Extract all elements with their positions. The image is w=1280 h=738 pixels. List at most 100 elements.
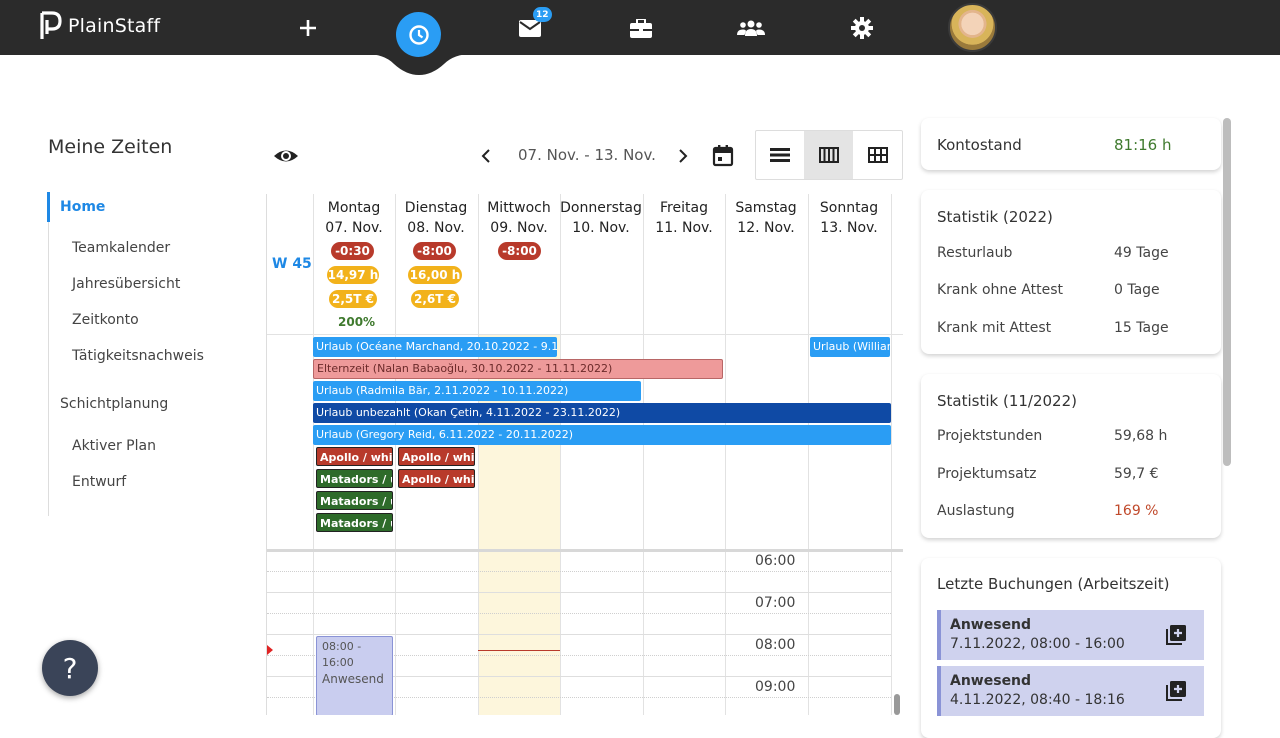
shift-chip[interactable]: Apollo / white: [398, 469, 475, 488]
add-icon[interactable]: [294, 14, 322, 42]
day-header-saturday[interactable]: Samstag 12. Nov.: [725, 198, 807, 238]
sidebar-nav: Home Teamkalender Jahresübersicht Zeitko…: [47, 192, 248, 516]
absence-bar[interactable]: Urlaub (Gregory Reid, 6.11.2022 - 20.11.…: [313, 425, 891, 445]
sidebar-title: Meine Zeiten: [48, 136, 173, 158]
week-view-button[interactable]: [804, 131, 854, 179]
help-button[interactable]: ?: [42, 640, 98, 696]
week-number: W 45: [272, 256, 312, 272]
statistik-year-card: Statistik (2022) Resturlaub 49 Tage Kran…: [921, 190, 1221, 354]
shift-chip[interactable]: Matadors / ur: [316, 469, 393, 488]
right-panel-scrollbar[interactable]: [1223, 118, 1231, 466]
mon-hours-badge: 14,97 h: [327, 266, 379, 284]
add-to-queue-icon[interactable]: [1166, 625, 1186, 645]
sidebar-item-zeitkonto[interactable]: Zeitkonto: [72, 312, 139, 328]
gear-icon[interactable]: [848, 14, 876, 42]
prev-week-button[interactable]: [473, 141, 499, 171]
tue-money-badge: 2,6T €: [411, 290, 459, 308]
sidebar-item-teamkalender[interactable]: Teamkalender: [72, 240, 170, 256]
shift-chip[interactable]: Apollo / white: [398, 447, 475, 466]
allday-separator: [267, 549, 903, 552]
stat-value: 15 Tage: [1114, 320, 1169, 336]
briefcase-icon[interactable]: [627, 14, 655, 42]
event-time: 08:00 - 16:00: [322, 640, 362, 669]
plainstaff-logo-icon: [40, 11, 62, 39]
absence-bar[interactable]: Urlaub (Radmila Bär, 2.11.2022 - 10.11.2…: [313, 381, 641, 401]
time-label: 08:00: [755, 637, 796, 653]
booking-time: 4.11.2022, 08:40 - 18:16: [950, 692, 1125, 708]
week-view-icon: [818, 147, 839, 163]
next-week-button[interactable]: [670, 141, 696, 171]
booking-item[interactable]: Anwesend 7.11.2022, 08:00 - 16:00: [937, 610, 1204, 660]
mail-badge: 12: [533, 7, 552, 22]
kontostand-card: Kontostand 81:16 h: [921, 118, 1221, 170]
eye-icon[interactable]: [273, 144, 299, 168]
app-name: PlainStaff: [68, 15, 161, 37]
statistik-month-card: Statistik (11/2022) Projektstunden 59,68…: [921, 374, 1221, 538]
calendar-event[interactable]: 08:00 - 16:00 Anwesend: [316, 636, 393, 715]
sidebar-item-aktiver-plan[interactable]: Aktiver Plan: [72, 438, 156, 454]
stat-key: Projektstunden: [937, 428, 1043, 444]
month-view-icon: [867, 147, 888, 163]
stat-value: 0 Tage: [1114, 282, 1160, 298]
time-label: 06:00: [755, 553, 796, 569]
week-calendar: W 45 Montag 07. Nov. Dienstag 08. Nov. Mit…: [266, 194, 903, 715]
sidebar-item-entwurf[interactable]: Entwurf: [72, 474, 126, 490]
bookings-title: Letzte Buchungen (Arbeitszeit): [937, 575, 1170, 593]
booking-item[interactable]: Anwesend 4.11.2022, 08:40 - 18:16: [937, 666, 1204, 716]
day-header-tuesday[interactable]: Dienstag 08. Nov.: [395, 198, 477, 238]
kontostand-label: Kontostand: [937, 136, 1022, 154]
statistik-month-title: Statistik (11/2022): [937, 392, 1077, 410]
mon-percent: 200%: [338, 315, 376, 329]
stat-key: Krank mit Attest: [937, 320, 1052, 336]
wed-diff-badge: -8:00: [498, 242, 541, 260]
day-header-sunday[interactable]: Sonntag 13. Nov.: [808, 198, 890, 238]
user-avatar[interactable]: [948, 3, 997, 52]
clock-icon[interactable]: [396, 12, 441, 57]
current-time-marker: [267, 645, 273, 655]
stat-value: 59,68 h: [1114, 428, 1168, 444]
sidebar-item-schichtplanung[interactable]: Schichtplanung: [60, 396, 168, 412]
day-header-monday[interactable]: Montag 07. Nov.: [313, 198, 395, 238]
stat-value: 49 Tage: [1114, 245, 1169, 261]
app-logo[interactable]: PlainStaff: [38, 11, 160, 41]
absence-bar[interactable]: Urlaub (William: [810, 337, 890, 357]
time-label: 09:00: [755, 679, 796, 695]
calendar-scrollbar[interactable]: [894, 694, 900, 715]
stat-key: Krank ohne Attest: [937, 282, 1064, 298]
top-navbar: PlainStaff 12: [0, 0, 1280, 55]
booking-title: Anwesend: [950, 673, 1032, 689]
stat-key: Auslastung: [937, 503, 1015, 519]
sidebar-item-home[interactable]: Home: [47, 192, 105, 222]
stat-key: Projektumsatz: [937, 466, 1037, 482]
mon-money-badge: 2,5T €: [329, 290, 377, 308]
sidebar-item-jahresuebersicht[interactable]: Jahresübersicht: [72, 276, 180, 292]
active-nav-notch: [366, 54, 472, 75]
sidebar-item-taetigkeitsnachweis[interactable]: Tätigkeitsnachweis: [72, 348, 204, 364]
stat-value: 59,7 €: [1114, 466, 1159, 482]
tue-diff-badge: -8:00: [413, 242, 456, 260]
shift-chip[interactable]: Matadors / ur: [316, 491, 393, 510]
event-title: Anwesend: [322, 672, 384, 686]
absence-bar[interactable]: Elternzeit (Nalan Babaoğlu, 30.10.2022 -…: [313, 359, 723, 379]
absence-bar[interactable]: Urlaub (Océane Marchand, 20.10.2022 - 9.…: [313, 337, 557, 357]
current-time-line: [478, 650, 560, 651]
mon-diff-badge: -0:30: [331, 242, 374, 260]
time-label: 07:00: [755, 595, 796, 611]
add-to-queue-icon[interactable]: [1166, 681, 1186, 701]
view-switcher: [755, 130, 903, 180]
day-header-thursday[interactable]: Donnerstag 10. Nov.: [560, 198, 642, 238]
shift-chip[interactable]: Apollo / white: [316, 447, 393, 466]
list-view-icon: [769, 148, 790, 162]
month-view-button[interactable]: [853, 131, 902, 179]
bookings-card: Letzte Buchungen (Arbeitszeit) Anwesend …: [921, 558, 1221, 738]
day-header-wednesday[interactable]: Mittwoch 09. Nov.: [478, 198, 560, 238]
statistik-year-title: Statistik (2022): [937, 208, 1053, 226]
shift-chip[interactable]: Matadors / ur: [316, 513, 393, 532]
day-header-friday[interactable]: Freitag 11. Nov.: [643, 198, 725, 238]
kontostand-value: 81:16 h: [1114, 136, 1172, 154]
team-icon[interactable]: [737, 14, 765, 42]
stat-value: 169 %: [1114, 503, 1159, 519]
calendar-icon[interactable]: [710, 143, 736, 169]
absence-bar[interactable]: Urlaub unbezahlt (Okan Çetin, 4.11.2022 …: [313, 403, 891, 423]
list-view-button[interactable]: [756, 131, 805, 179]
